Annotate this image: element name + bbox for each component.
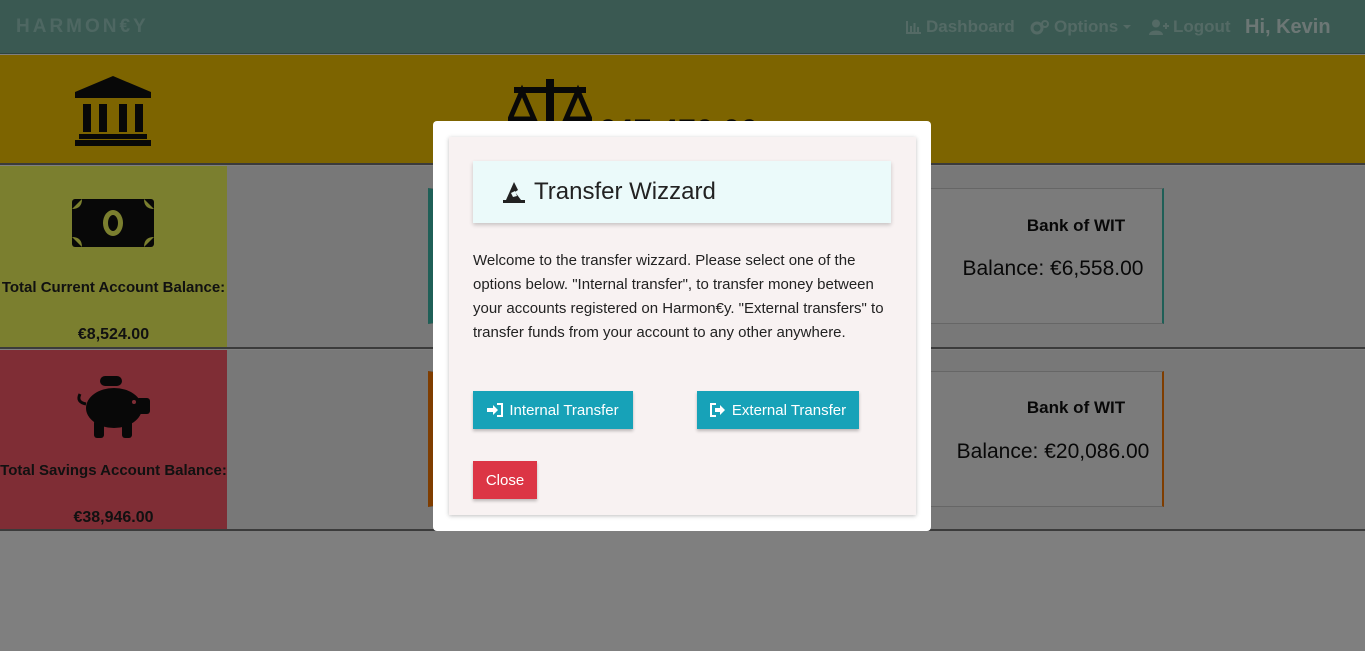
modal-title: Transfer Wizzard [534,178,716,205]
modal-header: Transfer Wizzard [473,161,891,223]
internal-transfer-label: Internal Transfer [509,401,619,419]
wizard-hat-icon [503,182,525,203]
external-transfer-button[interactable]: External Transfer [697,391,859,429]
internal-transfer-button[interactable]: Internal Transfer [473,391,633,429]
modal-content: Transfer Wizzard Welcome to the transfer… [449,137,916,515]
external-transfer-label: External Transfer [731,401,847,419]
sign-in-icon [487,403,504,417]
transfer-wizard-modal: Transfer Wizzard Welcome to the transfer… [433,121,931,531]
sign-out-icon [709,403,725,417]
close-button[interactable]: Close [473,461,537,499]
modal-description: Welcome to the transfer wizzard. Please … [473,252,884,341]
